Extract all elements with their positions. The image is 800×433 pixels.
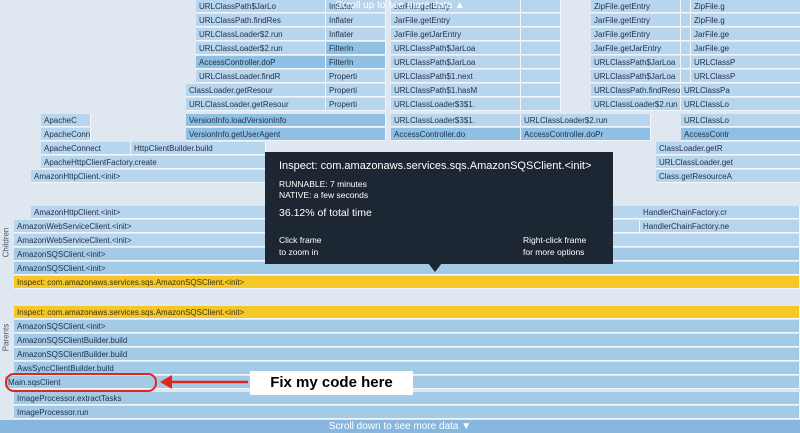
stack-frame[interactable]: VersionInfo.loadVersionInfo: [186, 114, 386, 127]
stack-frame[interactable]: FilterIn: [326, 42, 386, 55]
callout-arrow-icon: [160, 375, 248, 389]
scroll-up-text: Scroll up to see more data: [335, 0, 453, 11]
stack-frame[interactable]: URLClassPath$JarLoa: [591, 70, 681, 83]
stack-frame[interactable]: URLClassLoader.findR: [196, 70, 326, 83]
stack-frame[interactable]: URLClassPath.findRes: [196, 14, 326, 27]
inspect-frame[interactable]: Inspect: com.amazonaws.services.sqs.Amaz…: [14, 276, 800, 289]
stack-frame[interactable]: URLClassLoader$2.run: [521, 114, 651, 127]
stack-frame[interactable]: Inflater: [326, 28, 386, 41]
stack-frame[interactable]: URLClassLoader$3$1.: [391, 98, 521, 111]
caret-down-icon: ▼: [461, 421, 472, 432]
stack-frame[interactable]: ApacheConnect: [41, 128, 91, 141]
stack-frame[interactable]: URLClassPath$1.hasM: [391, 84, 521, 97]
stack-frame[interactable]: HandlerChainFactory.cr: [640, 206, 800, 219]
stack-frame[interactable]: AccessController.doP: [196, 56, 326, 69]
tooltip-hint-left-1: Click frame: [279, 235, 322, 245]
stack-frame[interactable]: URLClassLoader$2.run: [196, 42, 326, 55]
callout-label: Fix my code here: [250, 371, 413, 395]
stack-frame[interactable]: JarFile.getEntry: [591, 14, 681, 27]
stack-frame[interactable]: Properti: [326, 70, 386, 83]
stack-frame[interactable]: FilterIn: [326, 56, 386, 69]
stack-frame[interactable]: URLClassP: [691, 56, 800, 69]
tooltip-native: NATIVE: a few seconds: [279, 190, 369, 200]
stack-frame[interactable]: [521, 84, 561, 97]
tooltip-hint-right-1: Right-click frame: [523, 235, 587, 245]
stack-frame[interactable]: [521, 70, 561, 83]
inspect-frame[interactable]: Inspect: com.amazonaws.services.sqs.Amaz…: [14, 306, 800, 319]
tooltip-percent: 36.12% of total time: [279, 207, 372, 219]
stack-frame[interactable]: ZipFile.g: [691, 14, 800, 27]
caret-up-icon: ▲: [454, 0, 465, 11]
tooltip-hint-right-2: for more options: [523, 247, 585, 257]
stack-frame[interactable]: URLClassLo: [681, 114, 800, 127]
callout-highlight: [5, 373, 157, 392]
stack-frame[interactable]: URLClassPa: [681, 84, 800, 97]
stack-frame[interactable]: [681, 70, 691, 83]
stack-frame[interactable]: AmazonSQSClientBuilder.build: [14, 348, 800, 361]
stack-frame[interactable]: [521, 42, 561, 55]
children-rail: Children: [0, 200, 12, 290]
stack-frame[interactable]: [521, 56, 561, 69]
stack-frame[interactable]: URLClassPath$1.next: [391, 70, 521, 83]
stack-frame[interactable]: Properti: [326, 84, 386, 97]
stack-frame[interactable]: URLClassPath$JarLoa: [391, 56, 521, 69]
stack-frame[interactable]: [521, 14, 561, 27]
stack-frame[interactable]: ClassLoader.getR: [656, 142, 800, 155]
stack-frame[interactable]: ClassLoader.getResour: [186, 84, 326, 97]
stack-frame[interactable]: URLClassLo: [681, 98, 800, 111]
stack-frame[interactable]: JarFile.getEntry: [391, 14, 521, 27]
tooltip-hint-left-2: to zoom in: [279, 247, 319, 257]
stack-frame[interactable]: ImageProcessor.run: [14, 406, 800, 419]
children-label: Children: [1, 227, 11, 258]
stack-frame[interactable]: AccessController.doPr: [521, 128, 651, 141]
frame-tooltip: Inspect: com.amazonaws.services.sqs.Amaz…: [265, 152, 613, 264]
stack-frame[interactable]: [681, 56, 691, 69]
parents-rail: Parents: [0, 295, 12, 375]
stack-frame[interactable]: AmazonSQSClientBuilder.build: [14, 334, 800, 347]
stack-frame[interactable]: ApacheConnect: [41, 142, 131, 155]
tooltip-hint-left: Click frame to zoom in: [279, 234, 322, 258]
scroll-up-banner[interactable]: Scroll up to see more data ▲: [0, 0, 800, 12]
stack-frame[interactable]: Class.getResourceA: [656, 170, 800, 183]
tooltip-pointer: [428, 263, 442, 272]
stack-frame[interactable]: AccessContr: [681, 128, 800, 141]
tooltip-runnable: RUNNABLE: 7 minutes: [279, 179, 367, 189]
stack-frame[interactable]: URLClassLoader.get: [656, 156, 800, 169]
stack-frame[interactable]: AmazonSQSClient.<init>: [14, 320, 800, 333]
stack-frame[interactable]: URLClassPath$JarLoa: [391, 42, 521, 55]
stack-frame[interactable]: VersionInfo.getUserAgent: [186, 128, 386, 141]
scroll-down-banner[interactable]: Scroll down to see more data ▼: [0, 420, 800, 433]
stack-frame[interactable]: URLClassP: [691, 70, 800, 83]
stack-frame[interactable]: [681, 28, 691, 41]
stack-frame[interactable]: HttpClientBuilder.build: [131, 142, 266, 155]
tooltip-hint-right: Right-click frame for more options: [523, 234, 586, 258]
stack-frame[interactable]: [521, 98, 561, 111]
stack-frame[interactable]: URLClassPath$JarLoa: [591, 56, 681, 69]
parents-label: Parents: [1, 323, 11, 352]
stack-frame[interactable]: URLClassLoader.getResour: [186, 98, 326, 111]
stack-frame[interactable]: ApacheC: [41, 114, 91, 127]
stack-frame[interactable]: JarFile.getJarEntry: [391, 28, 521, 41]
stack-frame[interactable]: HandlerChainFactory.ne: [640, 220, 800, 233]
stack-frame[interactable]: URLClassLoader$2.run: [591, 98, 681, 111]
tooltip-title: Inspect: com.amazonaws.services.sqs.Amaz…: [279, 160, 592, 172]
stack-frame[interactable]: AccessController.do: [391, 128, 521, 141]
stack-frame[interactable]: URLClassLoader$2.run: [196, 28, 326, 41]
stack-frame[interactable]: [521, 28, 561, 41]
stack-frame[interactable]: [681, 14, 691, 27]
stack-frame[interactable]: [681, 42, 691, 55]
stack-frame[interactable]: JarFile.ge: [691, 28, 800, 41]
stack-frame[interactable]: JarFile.getEntry: [591, 28, 681, 41]
stack-frame[interactable]: JarFile.getJarEntry: [591, 42, 681, 55]
stack-frame[interactable]: URLClassLoader$3$1.: [391, 114, 521, 127]
scroll-down-text: Scroll down to see more data: [328, 421, 459, 432]
stack-frame[interactable]: Inflater: [326, 14, 386, 27]
stack-frame[interactable]: Properti: [326, 98, 386, 111]
stack-frame[interactable]: URLClassPath.findReso: [591, 84, 681, 97]
stack-frame[interactable]: JarFile.ge: [691, 42, 800, 55]
